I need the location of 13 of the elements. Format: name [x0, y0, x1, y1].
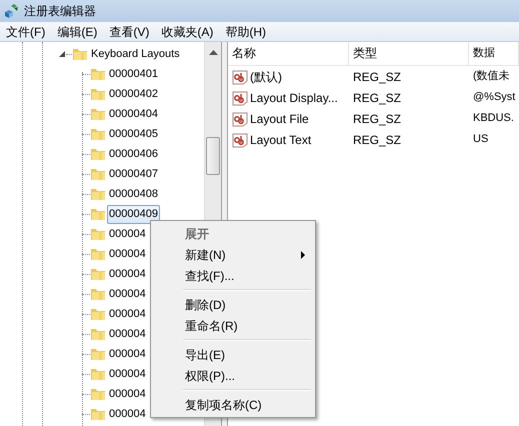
value-type: REG_SZ — [353, 110, 402, 128]
value-name: Layout Display... — [250, 90, 338, 106]
value-type: REG_SZ — [353, 68, 402, 86]
value-type: REG_SZ — [353, 90, 402, 106]
value-data: @%Syst — [473, 90, 516, 106]
value-data: US — [473, 132, 488, 148]
value-name: Layout File — [250, 110, 309, 128]
value-type: REG_SZ — [353, 132, 402, 148]
value-name: Layout Text — [250, 132, 312, 148]
value-name: (默认) — [250, 68, 282, 86]
window-title: 注册表编辑器 — [24, 3, 96, 20]
value-data: (数值未 — [473, 69, 510, 84]
value-data: KBDUS. — [473, 111, 514, 126]
